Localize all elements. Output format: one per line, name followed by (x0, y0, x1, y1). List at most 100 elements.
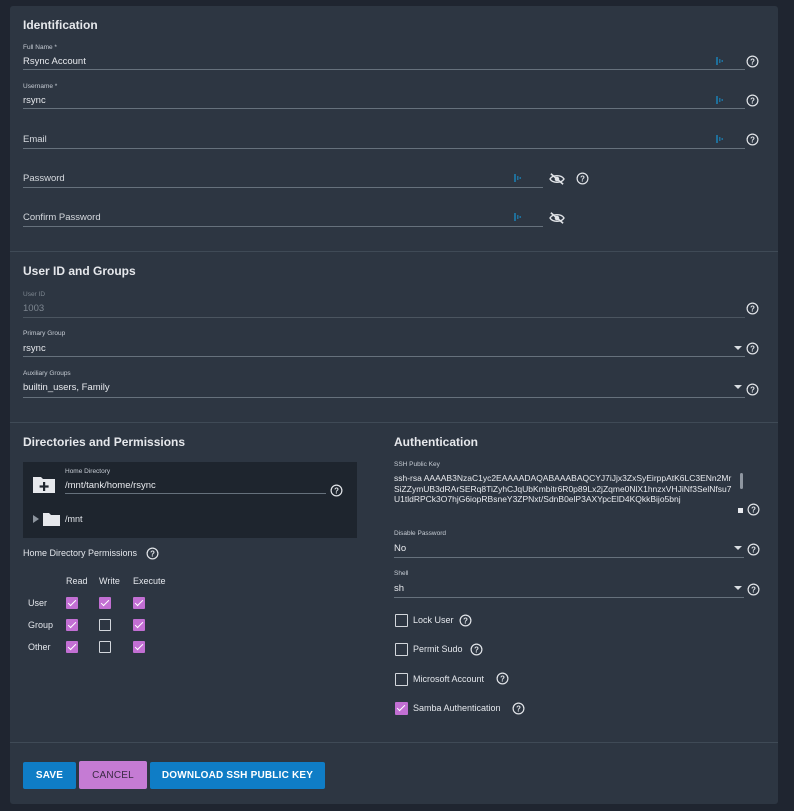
svg-text:?: ? (500, 674, 505, 683)
svg-text:?: ? (516, 704, 521, 713)
username-label: Username * (23, 83, 58, 90)
full-name-value: Rsync Account (23, 56, 86, 67)
ssh-public-key-value: ssh-rsa AAAAB3NzaC1yc2EAAAADAQABAAABAQCY… (394, 473, 732, 504)
full-name-field[interactable]: Full Name * Rsync Account (23, 44, 745, 70)
svg-text:?: ? (150, 549, 155, 558)
svg-text:?: ? (750, 344, 755, 353)
password-manager-icon (716, 96, 723, 104)
shell-label: Shell (394, 570, 409, 577)
row-label-user: User (28, 598, 48, 608)
permit-sudo-checkbox[interactable] (395, 643, 408, 656)
other-write-checkbox[interactable] (99, 641, 111, 653)
password-help-icon[interactable]: ? (576, 172, 589, 185)
tree-item-mnt[interactable]: /mnt (65, 514, 83, 524)
ssh-key-scrollbar[interactable] (740, 473, 743, 489)
password-field[interactable]: Password (23, 169, 543, 188)
full-name-help-icon[interactable]: ? (746, 55, 759, 68)
disable-password-label: Disable Password (394, 530, 447, 537)
password-placeholder: Password (23, 173, 65, 184)
home-directory-value: /mnt/tank/home/rsync (65, 480, 156, 491)
confirm-password-underline (23, 226, 543, 227)
svg-text:?: ? (750, 57, 755, 66)
user-id-field: User ID 1003 (23, 291, 745, 318)
cancel-button[interactable]: CANCEL (79, 761, 147, 789)
full-name-label: Full Name * (23, 44, 57, 51)
user-id-label: User ID (23, 291, 46, 298)
primary-group-select[interactable]: Primary Group rsync (23, 330, 745, 357)
svg-text:?: ? (750, 385, 755, 394)
home-directory-explorer: Home Directory /mnt/tank/home/rsync ? /m… (23, 462, 357, 538)
group-read-checkbox[interactable] (66, 619, 78, 631)
section-title-identification: Identification (23, 18, 98, 32)
ssh-key-help-icon[interactable]: ? (747, 503, 760, 516)
svg-text:?: ? (334, 486, 339, 495)
user-execute-checkbox[interactable] (133, 597, 145, 609)
shell-value: sh (394, 583, 405, 594)
svg-text:?: ? (580, 174, 585, 183)
svg-text:?: ? (463, 616, 468, 625)
auxiliary-groups-select[interactable]: Auxiliary Groups builtin_users, Family (23, 370, 745, 398)
password-manager-icon (716, 57, 723, 65)
user-form-card: Identification Full Name * Rsync Account… (10, 6, 778, 804)
username-help-icon[interactable]: ? (746, 94, 759, 107)
user-read-checkbox[interactable] (66, 597, 78, 609)
auxiliary-groups-help-icon[interactable]: ? (746, 383, 759, 396)
user-id-help-icon[interactable]: ? (746, 302, 759, 315)
primary-group-value: rsync (23, 343, 46, 354)
confirm-password-field[interactable]: Confirm Password (23, 208, 543, 227)
expand-arrow-icon[interactable] (33, 515, 39, 523)
samba-authentication-help-icon[interactable]: ? (512, 702, 525, 715)
save-button[interactable]: SAVE (23, 762, 76, 789)
disable-password-underline (394, 557, 744, 558)
disable-password-help-icon[interactable]: ? (747, 543, 760, 556)
lock-user-checkbox[interactable] (395, 614, 408, 627)
eye-off-icon[interactable] (548, 172, 566, 186)
ssh-public-key-textarea[interactable]: SSH Public Key ssh-rsa AAAAB3NzaC1yc2EAA… (394, 461, 746, 521)
eye-off-icon[interactable] (548, 211, 566, 225)
lock-user-label: Lock User (413, 615, 454, 625)
home-directory-input[interactable]: Home Directory /mnt/tank/home/rsync (65, 468, 326, 494)
username-underline (23, 108, 745, 109)
section-title-user-id-groups: User ID and Groups (23, 264, 136, 278)
row-label-group: Group (28, 620, 54, 630)
group-execute-checkbox[interactable] (133, 619, 145, 631)
resize-handle[interactable] (738, 508, 743, 513)
username-field[interactable]: Username * rsync (23, 83, 745, 109)
user-write-checkbox[interactable] (99, 597, 111, 609)
disable-password-select[interactable]: Disable Password No (394, 530, 744, 558)
samba-authentication-checkbox[interactable] (395, 702, 408, 715)
auxiliary-groups-value: builtin_users, Family (23, 382, 110, 393)
permissions-help-icon[interactable]: ? (146, 547, 159, 560)
add-folder-icon[interactable] (32, 474, 56, 494)
svg-text:?: ? (750, 96, 755, 105)
column-header-execute: Execute (133, 576, 166, 586)
other-execute-checkbox[interactable] (133, 641, 145, 653)
primary-group-help-icon[interactable]: ? (746, 342, 759, 355)
svg-text:?: ? (751, 545, 756, 554)
email-help-icon[interactable]: ? (746, 133, 759, 146)
permit-sudo-help-icon[interactable]: ? (470, 643, 483, 656)
row-label-other: Other (28, 642, 51, 652)
lock-user-help-icon[interactable]: ? (459, 614, 472, 627)
svg-text:?: ? (750, 304, 755, 313)
shell-select[interactable]: Shell sh (394, 570, 744, 598)
email-field[interactable]: Email (23, 130, 745, 149)
home-directory-permissions-label: Home Directory Permissions (23, 548, 138, 558)
svg-text:?: ? (474, 645, 479, 654)
group-write-checkbox[interactable] (99, 619, 111, 631)
email-underline (23, 148, 745, 149)
column-header-write: Write (99, 576, 120, 586)
microsoft-account-help-icon[interactable]: ? (496, 672, 509, 685)
full-name-underline (23, 69, 745, 70)
shell-help-icon[interactable]: ? (747, 583, 760, 596)
user-id-value: 1003 (23, 303, 45, 314)
folder-icon (43, 513, 60, 526)
home-directory-help-icon[interactable]: ? (330, 484, 343, 497)
chevron-down-icon (734, 586, 742, 590)
svg-text:?: ? (750, 135, 755, 144)
microsoft-account-checkbox[interactable] (395, 673, 408, 686)
other-read-checkbox[interactable] (66, 641, 78, 653)
password-underline (23, 187, 543, 188)
ssh-public-key-label: SSH Public Key (394, 461, 440, 468)
download-ssh-public-key-button[interactable]: DOWNLOAD SSH PUBLIC KEY (150, 762, 325, 789)
